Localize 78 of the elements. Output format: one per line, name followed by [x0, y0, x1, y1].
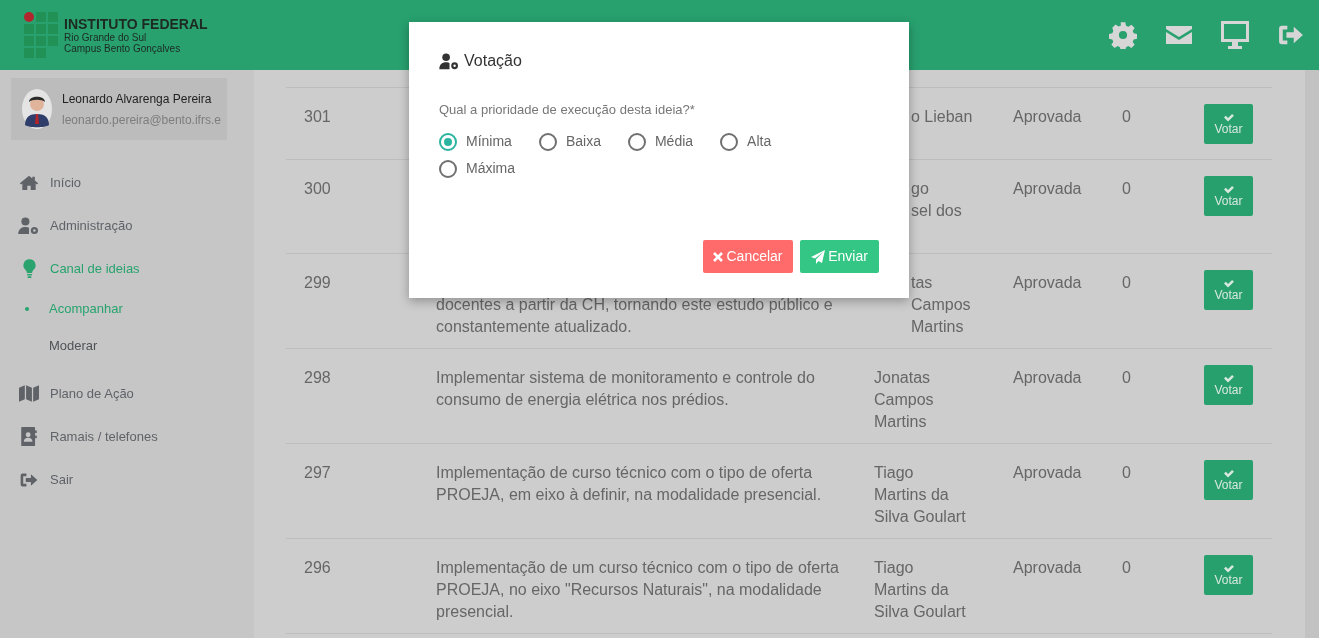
author-cell-text: o Lieban: [910, 107, 974, 127]
description-cell-text: Implementar sistema de monitoramento e controle do consumo de energia elétrica nos prédios.: [436, 368, 816, 410]
radio-button[interactable]: [720, 132, 739, 151]
logo-subtitle: Campus Bento Gonçalves: [64, 43, 182, 54]
status-cell-text: Aprovada: [1013, 463, 1083, 483]
checkmark-icon: [1223, 112, 1234, 122]
home-icon: [19, 174, 39, 191]
paper-plane-icon: [811, 249, 826, 264]
logo-subtitle: Rio Grande do Sul: [64, 32, 148, 43]
votes-cell-text: 0: [1122, 463, 1132, 483]
status-cell-text: Aprovada: [1013, 107, 1083, 127]
vote-button[interactable]: Votar: [1204, 555, 1253, 595]
vote-button[interactable]: Votar: [1204, 270, 1253, 310]
radio-button[interactable]: [439, 132, 457, 151]
contact-book-icon: [21, 427, 37, 446]
nav-item[interactable]: Administração: [0, 204, 254, 247]
vote-button[interactable]: Votar: [1204, 460, 1253, 500]
radio-button[interactable]: [538, 132, 557, 151]
nav-subitem[interactable]: Acompanhar: [0, 290, 254, 327]
lightbulb-icon: [22, 258, 36, 279]
user-gear-icon: [18, 216, 40, 235]
nav-subitem[interactable]: Moderar: [0, 327, 254, 364]
votes-cell-text: 0: [1122, 273, 1132, 293]
votes-cell-text: 0: [1122, 558, 1132, 578]
author-cell-text: Tiago Martins da Silva Goulart: [874, 558, 967, 622]
close-icon: [713, 251, 724, 262]
status-cell-text: Aprovada: [1013, 558, 1083, 578]
id-cell-text: 301: [303, 107, 332, 127]
vote-button[interactable]: Votar: [1204, 104, 1253, 144]
status-cell-text: Aprovada: [1013, 368, 1083, 388]
radio-button[interactable]: [439, 159, 457, 178]
vote-button[interactable]: Votar: [1204, 365, 1253, 405]
radio-button[interactable]: [627, 132, 646, 151]
map-icon: [19, 385, 39, 402]
votes-cell-text: 0: [1122, 107, 1132, 127]
nav-item[interactable]: Sair: [0, 458, 254, 501]
vote-button[interactable]: Votar: [1204, 176, 1253, 216]
status-cell-text: Aprovada: [1013, 273, 1083, 293]
option-label[interactable]: Mínima: [466, 131, 512, 152]
user-gear-icon: [439, 52, 460, 70]
option-label[interactable]: Máxima: [466, 158, 515, 179]
logo-icon: [24, 12, 58, 58]
checkmark-icon: [1223, 184, 1234, 194]
dialog-title: Votação: [464, 51, 522, 71]
description-cell-text: Implementação de um curso técnico com o tipo de oferta PROEJA, no eixo "Recursos Naturais", na modalidade presencial.: [436, 558, 840, 622]
option-label[interactable]: Baixa: [565, 131, 601, 152]
user-name: Leonardo Alvarenga Pereira: [62, 90, 213, 108]
id-cell-text: 299: [303, 273, 332, 293]
user-email: leonardo.pereira@bento.ifrs.e: [62, 111, 221, 129]
send-button[interactable]: Enviar: [800, 240, 879, 273]
question-label: Qual a prioridade de execução desta ideia?*: [439, 101, 696, 119]
author-cell-text: Tiago Martins da Silva Goulart: [874, 463, 967, 527]
logo-title: INSTITUTO FEDERAL: [64, 16, 208, 32]
votes-cell-text: 0: [1122, 368, 1132, 388]
checkmark-icon: [1223, 278, 1234, 288]
status-cell-text: Aprovada: [1013, 179, 1083, 199]
option-label[interactable]: Média: [654, 131, 694, 152]
id-cell-text: 297: [303, 463, 332, 483]
description-cell-text: docentes a partir da CH, tornando este estudo público e constantemente atualizado.: [436, 295, 834, 337]
avatar-icon: [22, 89, 52, 129]
cancel-button[interactable]: Cancelar: [703, 240, 793, 273]
option-label[interactable]: Alta: [747, 131, 772, 152]
nav-item[interactable]: Canal de ideias: [0, 247, 254, 290]
author-cell-text: Jonatas Campos Martins: [874, 368, 935, 432]
description-cell-text: Implementação de curso técnico com o tipo de oferta PROEJA, em eixo à definir, na modalidade presencial.: [436, 463, 823, 505]
nav-item[interactable]: Plano de Ação: [0, 372, 254, 415]
id-cell-text: 300: [303, 179, 332, 199]
author-cell-text: tas Campos Martins: [910, 273, 972, 337]
id-cell-text: 296: [303, 558, 332, 578]
logout-icon: [20, 471, 38, 488]
checkmark-icon: [1223, 563, 1234, 573]
checkmark-icon: [1223, 373, 1234, 383]
nav-item[interactable]: Início: [0, 161, 254, 204]
checkmark-icon: [1223, 468, 1234, 478]
author-cell-text: go sel dos: [910, 179, 963, 221]
nav-item[interactable]: Ramais / telefones: [0, 415, 254, 458]
id-cell-text: 298: [303, 368, 332, 388]
votes-cell-text: 0: [1122, 179, 1132, 199]
